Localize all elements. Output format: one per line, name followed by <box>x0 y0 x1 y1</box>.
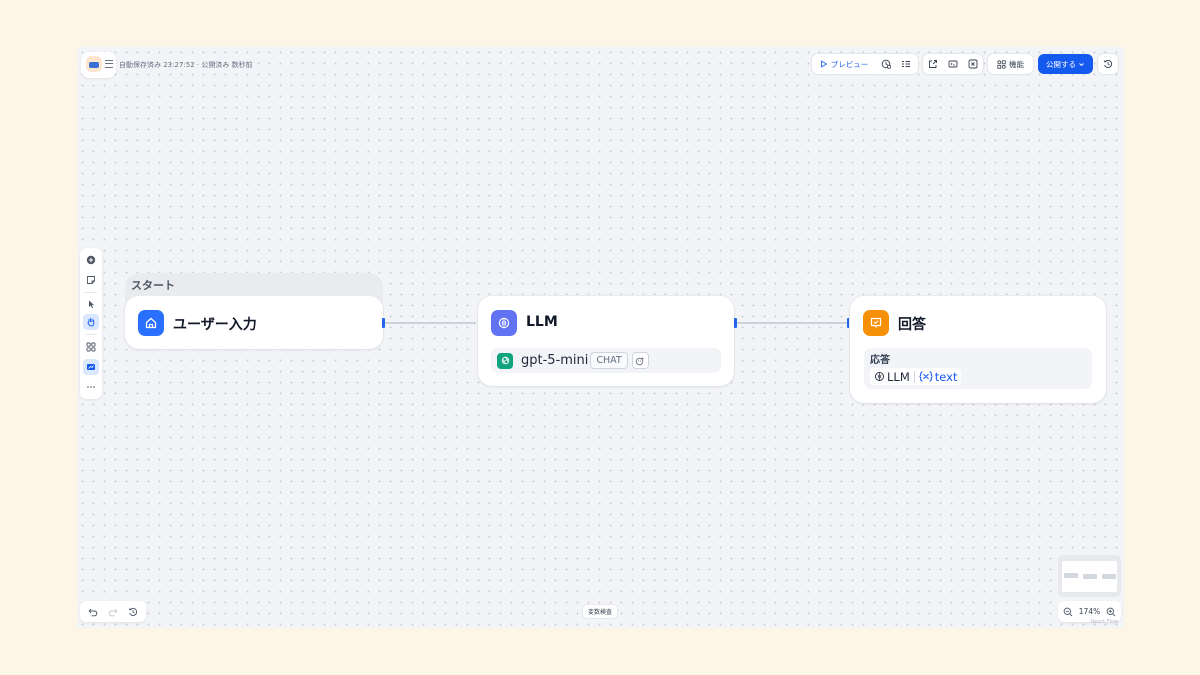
minimap-node-llm <box>1083 574 1097 579</box>
hand-icon <box>87 318 95 327</box>
undo-redo-toolbar <box>80 601 146 622</box>
variable-source-node: LLM <box>887 369 910 384</box>
sparkle-settings-icon <box>635 356 645 365</box>
model-selector[interactable]: gpt-5-mini CHAT <box>491 348 721 373</box>
llm-node[interactable]: LLM gpt-5-mini CHAT <box>478 296 734 386</box>
clock-check-icon <box>881 59 891 69</box>
features-grid-icon <box>997 59 1006 69</box>
llm-node-title: LLM <box>526 314 558 330</box>
app-menu-button[interactable] <box>81 52 116 78</box>
export-icon <box>929 60 937 68</box>
home-icon <box>145 317 157 329</box>
redo-button[interactable] <box>108 602 118 621</box>
zoom-out-icon <box>1063 607 1073 617</box>
user-input-node-title: ユーザー入力 <box>173 317 257 333</box>
edge-start-to-llm[interactable] <box>385 322 476 324</box>
preview-label: プレビュー <box>830 59 869 69</box>
layout-grid-icon <box>86 342 96 352</box>
checklist-button[interactable] <box>876 54 896 74</box>
model-settings-button[interactable] <box>631 352 649 369</box>
canvas-tool-palette <box>80 248 102 399</box>
variable-separator <box>913 370 915 383</box>
change-history-button[interactable] <box>128 602 138 621</box>
zoom-out-button[interactable] <box>1063 602 1073 621</box>
env-variables-button[interactable] <box>923 54 943 74</box>
close-box-icon <box>968 59 978 69</box>
answer-node-title: 回答 <box>898 317 926 333</box>
play-icon <box>820 60 827 68</box>
preview-button[interactable]: プレビュー <box>812 54 876 74</box>
variable-box-icon <box>948 60 958 68</box>
zoom-in-icon <box>1106 607 1116 617</box>
global-variables-button[interactable] <box>963 54 983 74</box>
minimap-node-start <box>1064 573 1078 578</box>
start-group-label: スタート <box>131 279 175 292</box>
model-name: gpt-5-mini <box>521 353 589 368</box>
minimap[interactable] <box>1058 555 1121 597</box>
model-mode-badge: CHAT <box>590 352 628 369</box>
variable-brace-icon <box>919 371 933 382</box>
save-status: 自動保存済み 23:27:52 · 公開済み 数秒前 <box>119 61 253 69</box>
hamburger-menu-icon <box>105 60 113 68</box>
answer-node-icon <box>863 310 889 336</box>
minimap-toggle-button[interactable] <box>83 359 99 375</box>
openai-icon <box>497 352 513 369</box>
pointer-mode-button[interactable] <box>83 296 99 312</box>
user-input-node-icon <box>138 310 164 336</box>
answer-field[interactable]: 応答 LLM text <box>864 348 1092 389</box>
more-options-button[interactable] <box>83 379 99 395</box>
undo-button[interactable] <box>88 602 98 621</box>
add-note-button[interactable] <box>83 272 99 288</box>
edge-llm-to-answer[interactable] <box>737 322 847 324</box>
variable-inspect-button[interactable]: 変数検査 <box>583 605 618 618</box>
answer-node[interactable]: 回答 応答 LLM text <box>850 296 1106 403</box>
sticky-note-icon <box>87 276 95 284</box>
minimap-node-answer <box>1102 574 1116 579</box>
tool-divider <box>85 292 97 293</box>
view-toolbar-group <box>923 54 983 74</box>
cursor-icon <box>89 300 94 308</box>
conversation-variables-button[interactable] <box>943 54 963 74</box>
variable-name: text <box>934 369 958 384</box>
history-icon <box>128 607 138 616</box>
plus-circle-icon <box>86 255 96 265</box>
map-icon <box>87 364 95 370</box>
add-node-button[interactable] <box>83 252 99 268</box>
answer-field-label: 応答 <box>870 355 890 366</box>
workflow-canvas[interactable]: 自動保存済み 23:27:52 · 公開済み 数秒前 プレビュー 機能 公開する… <box>77 47 1124 628</box>
features-content: 機能 <box>988 54 1033 74</box>
app-bot-icon <box>86 56 102 72</box>
react-flow-attribution[interactable]: React Flow <box>1091 619 1118 625</box>
user-input-node[interactable]: ユーザー入力 <box>125 296 383 349</box>
brain-icon <box>498 317 510 329</box>
llm-brain-small-icon <box>875 372 884 381</box>
openai-logo-shape <box>501 356 509 365</box>
tool-divider <box>85 334 97 335</box>
history-icon <box>1103 59 1113 68</box>
message-check-icon <box>870 317 882 328</box>
features-button[interactable]: 機能 <box>988 54 1033 74</box>
organize-blocks-button[interactable] <box>83 339 99 355</box>
llm-node-icon <box>491 310 517 336</box>
redo-icon <box>108 608 118 617</box>
zoom-level[interactable]: 174% <box>1079 607 1100 616</box>
features-label: 機能 <box>1009 59 1024 69</box>
more-horizontal-icon <box>87 386 95 388</box>
preview-toolbar-group: プレビュー <box>812 54 918 74</box>
version-history-button[interactable] <box>1098 54 1118 74</box>
variable-reference-chip[interactable]: LLM text <box>870 368 962 385</box>
undo-icon <box>88 608 98 617</box>
chevron-down-icon <box>1079 62 1084 66</box>
run-history-button[interactable] <box>896 54 916 74</box>
list-check-icon <box>902 61 910 67</box>
hand-mode-button[interactable] <box>83 314 99 330</box>
publish-button[interactable]: 公開する <box>1038 54 1093 74</box>
publish-label: 公開する <box>1046 59 1076 69</box>
